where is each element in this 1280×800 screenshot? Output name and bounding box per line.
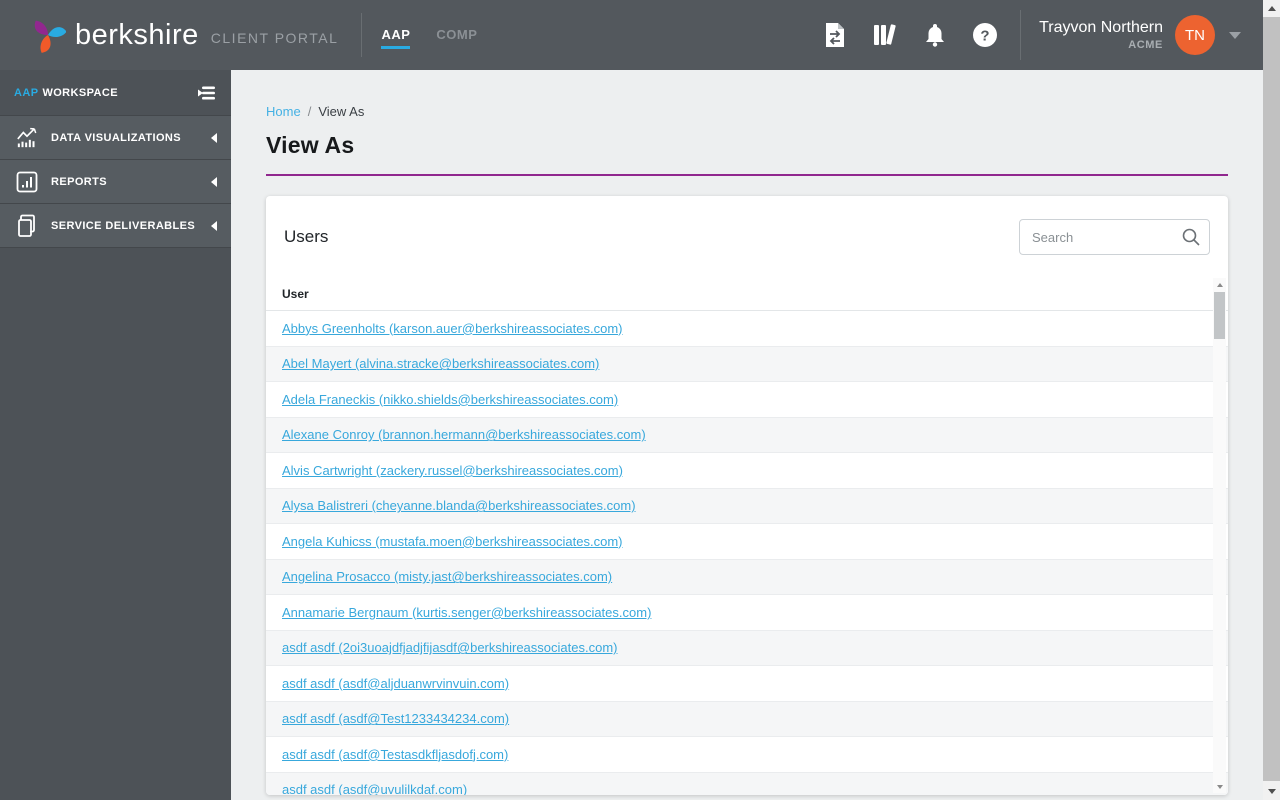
users-card: Users User Abbys Greenholts (karson.auer…	[266, 196, 1228, 795]
title-divider	[266, 174, 1228, 176]
table-row: asdf asdf (asdf@Testasdkfljasdofj.com)	[266, 737, 1228, 773]
app-header: berkshire CLIENT PORTAL AAP COMP ? Trayv…	[0, 0, 1263, 70]
sidebar-item-label: SERVICE DELIVERABLES	[51, 219, 196, 232]
page-scrollbar[interactable]	[1263, 0, 1280, 800]
users-list: Abbys Greenholts (karson.auer@berkshirea…	[266, 311, 1228, 795]
search-icon[interactable]	[1181, 227, 1201, 252]
user-link[interactable]: Alvis Cartwright (zackery.russel@berkshi…	[282, 463, 623, 478]
user-link[interactable]: Angelina Prosacco (misty.jast@berkshirea…	[282, 569, 612, 584]
bar-chart-icon	[16, 171, 38, 193]
table-row: asdf asdf (2oi3uoajdfjadjfijasdf@berkshi…	[266, 630, 1228, 666]
sidebar-collapse-icon[interactable]	[192, 84, 216, 102]
user-company: ACME	[1128, 38, 1163, 51]
chevron-left-icon	[211, 220, 217, 231]
user-link[interactable]: Angela Kuhicss (mustafa.moen@berkshireas…	[282, 534, 623, 549]
documents-icon	[16, 214, 38, 237]
sidebar-item-service-deliverables[interactable]: SERVICE DELIVERABLES	[0, 204, 231, 248]
workspace-label: AAP WORKSPACE	[14, 87, 118, 99]
sidebar-item-label: DATA VISUALIZATIONS	[51, 131, 182, 144]
main-content: Home / View As View As Users User Abbys …	[231, 70, 1263, 800]
table-row: Angelina Prosacco (misty.jast@berkshirea…	[266, 559, 1228, 595]
tab-comp[interactable]: COMP	[436, 21, 477, 49]
table-row: Abel Mayert (alvina.stracke@berkshireass…	[266, 346, 1228, 382]
sidebar: AAP WORKSPACE DATA VISUALIZATIONS REPORT…	[0, 70, 231, 800]
user-link[interactable]: Alysa Balistreri (cheyanne.blanda@berksh…	[282, 498, 636, 513]
breadcrumb: Home / View As	[266, 104, 1228, 119]
workspace-tabs: AAP COMP	[381, 21, 477, 49]
notifications-bell-icon[interactable]	[922, 22, 948, 48]
sidebar-item-reports[interactable]: REPORTS	[0, 160, 231, 204]
table-row: Annamarie Bergnaum (kurtis.senger@berksh…	[266, 595, 1228, 631]
breadcrumb-current: View As	[318, 104, 365, 119]
users-card-title: Users	[284, 227, 329, 246]
user-link[interactable]: Abel Mayert (alvina.stracke@berkshireass…	[282, 356, 599, 371]
search-box	[1019, 219, 1210, 255]
breadcrumb-separator: /	[307, 104, 312, 119]
user-link[interactable]: asdf asdf (asdf@Test1233434234.com)	[282, 711, 509, 726]
berkshire-pinwheel-icon	[34, 20, 66, 53]
list-scrollbar-thumb[interactable]	[1214, 292, 1225, 339]
chevron-down-icon[interactable]	[1229, 31, 1241, 39]
user-link[interactable]: Alexane Conroy (brannon.hermann@berkshir…	[282, 427, 646, 442]
table-row: Alvis Cartwright (zackery.russel@berkshi…	[266, 453, 1228, 489]
chevron-left-icon	[211, 176, 217, 187]
users-column-header: User	[266, 278, 1228, 311]
user-meta: Trayvon Northern ACME	[1039, 18, 1163, 53]
help-icon[interactable]: ?	[972, 22, 998, 48]
workspace-suffix: WORKSPACE	[42, 86, 118, 99]
sidebar-item-label: REPORTS	[51, 175, 107, 188]
file-transfer-icon[interactable]	[822, 22, 848, 48]
portal-label: CLIENT PORTAL	[210, 30, 339, 46]
brand-logo[interactable]: berkshire CLIENT PORTAL	[30, 17, 338, 53]
scroll-up-icon[interactable]	[1213, 278, 1226, 291]
sidebar-nav: DATA VISUALIZATIONS REPORTS SERVICE DELI…	[0, 115, 231, 248]
table-row: Adela Franeckis (nikko.shields@berkshire…	[266, 382, 1228, 418]
scroll-down-icon[interactable]	[1213, 780, 1226, 793]
chevron-left-icon	[211, 132, 217, 143]
user-link[interactable]: asdf asdf (asdf@uvulilkdaf.com)	[282, 782, 467, 795]
user-link[interactable]: asdf asdf (asdf@Testasdkfljasdofj.com)	[282, 747, 508, 762]
library-icon[interactable]	[872, 22, 898, 48]
page-scrollbar-thumb[interactable]	[1263, 17, 1280, 781]
workspace-header: AAP WORKSPACE	[0, 70, 231, 115]
user-link[interactable]: asdf asdf (asdf@aljduanwrvinvuin.com)	[282, 676, 509, 691]
table-row: asdf asdf (asdf@Test1233434234.com)	[266, 701, 1228, 737]
scroll-up-icon[interactable]	[1263, 0, 1280, 17]
avatar[interactable]: TN	[1175, 15, 1215, 55]
user-link[interactable]: Adela Franeckis (nikko.shields@berkshire…	[282, 392, 618, 407]
header-right: ? Trayvon Northern ACME TN	[822, 10, 1263, 60]
user-divider	[1020, 10, 1022, 60]
user-name: Trayvon Northern	[1039, 18, 1163, 36]
scroll-down-icon[interactable]	[1263, 783, 1280, 800]
header-icon-group: ?	[822, 22, 998, 48]
tab-aap[interactable]: AAP	[381, 21, 411, 49]
user-link[interactable]: asdf asdf (2oi3uoajdfjadjfijasdf@berkshi…	[282, 640, 617, 655]
table-row: Abbys Greenholts (karson.auer@berkshirea…	[266, 311, 1228, 347]
user-link[interactable]: Annamarie Bergnaum (kurtis.senger@berksh…	[282, 605, 651, 620]
brand-name: berkshire	[75, 18, 199, 51]
table-row: asdf asdf (asdf@uvulilkdaf.com)	[266, 772, 1228, 795]
svg-text:?: ?	[981, 28, 990, 45]
breadcrumb-home-link[interactable]: Home	[266, 104, 301, 119]
header-divider	[361, 13, 363, 57]
sidebar-item-data-visualizations[interactable]: DATA VISUALIZATIONS	[0, 116, 231, 160]
table-row: asdf asdf (asdf@aljduanwrvinvuin.com)	[266, 666, 1228, 702]
chart-trend-icon	[16, 127, 38, 149]
page-title: View As	[266, 132, 355, 158]
table-row: Alysa Balistreri (cheyanne.blanda@berksh…	[266, 488, 1228, 524]
list-scrollbar[interactable]	[1213, 278, 1226, 793]
user-link[interactable]: Abbys Greenholts (karson.auer@berkshirea…	[282, 321, 623, 336]
table-row: Alexane Conroy (brannon.hermann@berkshir…	[266, 417, 1228, 453]
table-row: Angela Kuhicss (mustafa.moen@berkshireas…	[266, 524, 1228, 560]
users-card-header: Users	[266, 196, 1228, 278]
workspace-prefix: AAP	[14, 86, 39, 99]
